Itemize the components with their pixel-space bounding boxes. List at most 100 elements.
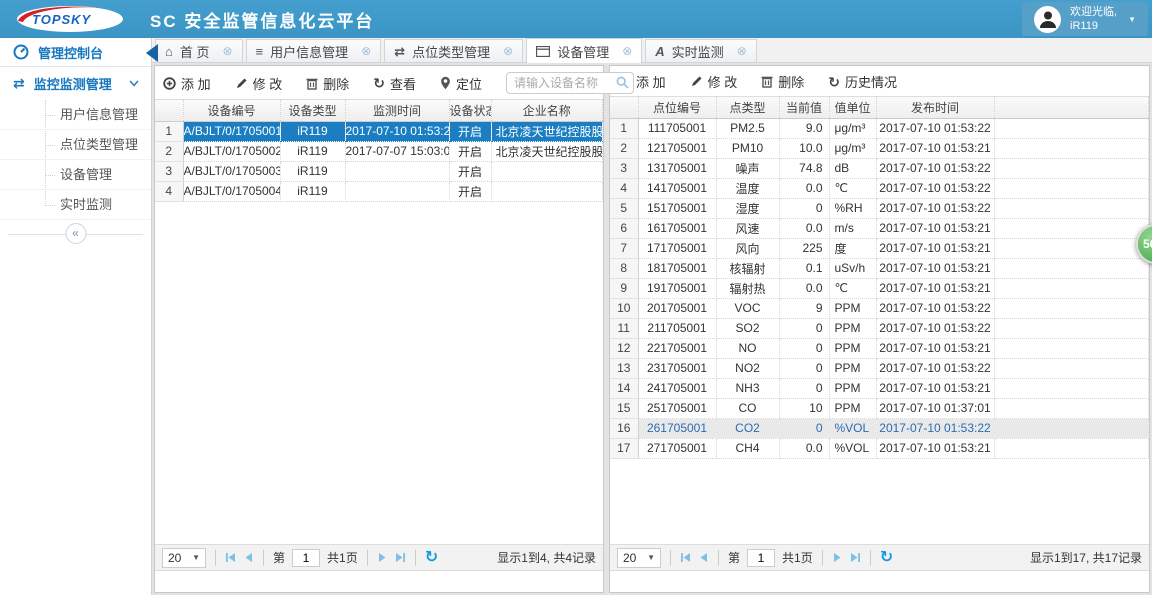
close-icon[interactable]: ⊗ <box>222 44 232 58</box>
close-icon[interactable]: ⊗ <box>622 44 632 58</box>
sidebar-item-console[interactable]: 管理控制台 <box>0 38 151 67</box>
table-row[interactable]: 15 251705001 CO 10 PPM 2017-07-10 01:37:01 <box>610 398 1149 419</box>
table-row[interactable]: 17 271705001 CH4 0.0 %VOL 2017-07-10 01:53:21 <box>610 438 1149 459</box>
table-row[interactable]: 5 151705001 湿度 0 %RH 2017-07-10 01:53:22 <box>610 198 1149 219</box>
page-number-input[interactable] <box>292 548 321 567</box>
column-header[interactable]: 监测时间 <box>345 100 450 122</box>
table-cell: iR119 <box>280 121 346 142</box>
table-cell: PPM <box>829 318 877 339</box>
table-cell: 111705001 <box>638 118 717 139</box>
table-cell: 核辐射 <box>716 258 780 279</box>
table-row[interactable]: 10 201705001 VOC 9 PPM 2017-07-10 01:53:22 <box>610 298 1149 319</box>
table-cell-empty <box>994 398 1149 419</box>
sidebar-item-device-mgmt[interactable]: 设备管理 <box>0 160 151 190</box>
table-row[interactable]: 13 231705001 NO2 0 PPM 2017-07-10 01:53:22 <box>610 358 1149 379</box>
delete-button[interactable]: 删除 <box>306 74 349 93</box>
locate-button[interactable]: 定位 <box>440 74 482 93</box>
table-cell: iR119 <box>280 181 346 202</box>
tab-user-info-label: 用户信息管理 <box>270 44 349 60</box>
sidebar-console-label: 管理控制台 <box>38 45 104 61</box>
add-button[interactable]: 添 加 <box>163 74 211 93</box>
table-cell: 0 <box>779 318 830 339</box>
sidebar-collapse-bar[interactable]: « <box>0 222 151 248</box>
close-icon[interactable]: ⊗ <box>503 44 513 58</box>
reload-icon[interactable]: ↻ <box>425 549 438 566</box>
divider <box>670 549 671 566</box>
sidebar-item-monitor-mgmt[interactable]: ⇄ 监控监测管理 <box>0 67 151 100</box>
page-number-input[interactable] <box>747 548 776 567</box>
close-icon[interactable]: ⊗ <box>361 44 371 58</box>
sidebar-collapse-arrow-icon[interactable] <box>146 44 158 62</box>
table-row[interactable]: 12 221705001 NO 0 PPM 2017-07-10 01:53:21 <box>610 338 1149 359</box>
modify-button[interactable]: 修 改 <box>235 74 282 93</box>
table-row[interactable]: 16 261705001 CO2 0 %VOL 2017-07-10 01:53:22 <box>610 418 1149 439</box>
tab-realtime[interactable]: A 实时监测 ⊗ <box>645 39 757 62</box>
sidebar-item-point-type[interactable]: 点位类型管理 <box>0 130 151 160</box>
table-row[interactable]: 4 141705001 温度 0.0 ℃ 2017-07-10 01:53:22 <box>610 178 1149 199</box>
last-page-button[interactable] <box>395 552 406 563</box>
sidebar-item-user-info[interactable]: 用户信息管理 <box>0 100 151 130</box>
column-header[interactable]: 点类型 <box>716 97 780 119</box>
table-cell: PPM <box>829 298 877 319</box>
close-icon[interactable]: ⊗ <box>737 44 747 58</box>
column-header[interactable]: 设备状态 <box>449 100 492 122</box>
search-input[interactable] <box>506 72 635 94</box>
table-row[interactable]: 9 191705001 辐射热 0.0 ℃ 2017-07-10 01:53:21 <box>610 278 1149 299</box>
first-page-button[interactable] <box>225 552 236 563</box>
view-button[interactable]: ↻ 查看 <box>373 74 416 93</box>
table-row[interactable]: 11 211705001 SO2 0 PPM 2017-07-10 01:53:22 <box>610 318 1149 339</box>
table-row[interactable]: 14 241705001 NH3 0 PPM 2017-07-10 01:53:21 <box>610 378 1149 399</box>
table-row[interactable]: 1 A/BJLT/0/1705001 iR119 2017-07-10 01:53:2… <box>155 121 603 142</box>
page-size-select[interactable]: 20 ▼ <box>162 547 206 568</box>
font-a-icon: A <box>655 43 665 59</box>
row-number-cell: 11 <box>610 318 639 339</box>
page-size-select[interactable]: 20 ▼ <box>617 547 661 568</box>
add-button-label: 添 加 <box>636 75 666 90</box>
row-number-header <box>610 97 639 119</box>
table-row[interactable]: 3 131705001 噪声 74.8 dB 2017-07-10 01:53:22 <box>610 158 1149 179</box>
person-icon <box>1039 11 1056 28</box>
next-page-button[interactable] <box>832 552 843 563</box>
home-icon: ⌂ <box>165 43 173 59</box>
tab-device-mgmt[interactable]: 设备管理 ⊗ <box>526 37 643 63</box>
table-cell: 北京凌天世纪控股股份有限公司 <box>491 121 603 142</box>
modify-button[interactable]: 修 改 <box>690 72 737 91</box>
prev-page-button[interactable] <box>698 552 709 563</box>
table-row[interactable]: 3 A/BJLT/0/1705003 iR119 开启 <box>155 161 603 182</box>
column-header[interactable]: 值单位 <box>829 97 877 119</box>
table-row[interactable]: 6 161705001 风速 0.0 m/s 2017-07-10 01:53:21 <box>610 218 1149 239</box>
table-cell: 2017-07-10 01:53:22 <box>876 418 995 439</box>
table-row[interactable]: 4 A/BJLT/0/1705004 iR119 开启 <box>155 181 603 202</box>
user-menu[interactable]: 欢迎光临, iR119 ▼ <box>1022 2 1148 36</box>
reload-icon[interactable]: ↻ <box>880 549 893 566</box>
column-header[interactable]: 点位编号 <box>638 97 717 119</box>
column-header[interactable]: 设备类型 <box>280 100 346 122</box>
table-row[interactable]: 7 171705001 风向 225 度 2017-07-10 01:53:21 <box>610 238 1149 259</box>
tab-user-info[interactable]: ≡ 用户信息管理 ⊗ <box>245 39 382 62</box>
tab-home[interactable]: ⌂ 首 页 ⊗ <box>155 39 243 62</box>
column-header[interactable]: 当前值 <box>779 97 830 119</box>
sidebar-submenu: 用户信息管理 点位类型管理 设备管理 实时监测 <box>0 100 151 220</box>
collapse-icon[interactable]: « <box>65 223 86 244</box>
table-row[interactable]: 1 111705001 PM2.5 9.0 μg/m³ 2017-07-10 01:53:… <box>610 118 1149 139</box>
table-row[interactable]: 8 181705001 核辐射 0.1 uSv/h 2017-07-10 01:53:21 <box>610 258 1149 279</box>
user-welcome: 欢迎光临, iR119 <box>1070 5 1117 34</box>
delete-button[interactable]: 删除 <box>761 72 804 91</box>
column-header[interactable]: 设备编号 <box>183 100 281 122</box>
page-size-value: 20 <box>168 550 182 565</box>
prev-page-button[interactable] <box>243 552 254 563</box>
history-button[interactable]: ↻ 历史情况 <box>828 72 897 91</box>
column-header[interactable]: 发布时间 <box>876 97 995 119</box>
caret-down-icon[interactable]: ▼ <box>1128 15 1136 24</box>
next-page-button[interactable] <box>377 552 388 563</box>
column-header[interactable]: 企业名称 <box>491 100 603 122</box>
last-page-button[interactable] <box>850 552 861 563</box>
search-icon[interactable] <box>616 76 629 89</box>
online-count-value: 56 <box>1143 237 1152 251</box>
sidebar-item-realtime[interactable]: 实时监测 <box>0 190 151 220</box>
table-row[interactable]: 2 121705001 PM10 10.0 μg/m³ 2017-07-10 01:53:… <box>610 138 1149 159</box>
first-page-button[interactable] <box>680 552 691 563</box>
tab-device-mgmt-label: 设备管理 <box>557 44 610 60</box>
table-row[interactable]: 2 A/BJLT/0/1705002 iR119 2017-07-07 15:03:0… <box>155 141 603 162</box>
tab-point-type[interactable]: ⇄ 点位类型管理 ⊗ <box>384 39 524 62</box>
